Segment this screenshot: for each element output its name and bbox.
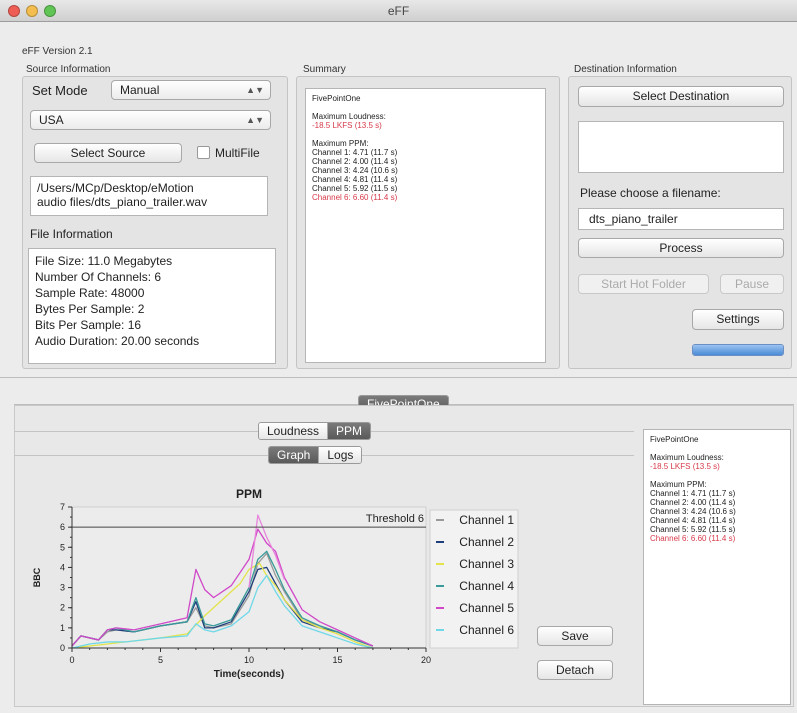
region-select[interactable]: USA ▲▼	[30, 110, 271, 130]
ppm-chart: PPM 0 1 2 3 4 5 6 7 0 5 10 15 20 Time(seconds) BBC Thres…	[32, 487, 519, 680]
bottom-channel-4: Channel 4: 4.81 (11.4 s)	[650, 516, 736, 525]
source-header: Source Information	[26, 64, 111, 75]
y-tick-label: 2	[60, 603, 65, 613]
title-bar: eFF	[0, 0, 797, 22]
updown-arrow-icon: ▲▼	[246, 85, 264, 95]
tab-logs[interactable]: Logs	[319, 447, 362, 463]
bottom-channel-6: Channel 6: 6.60 (11.4 s)	[650, 534, 736, 543]
save-button[interactable]: Save	[537, 626, 613, 646]
progress-bar	[692, 344, 784, 356]
bottom-max-loudness-value: -18.5 LKFS (13.5 s)	[650, 462, 720, 471]
legend-label-1: Channel 1	[459, 513, 514, 527]
audio-duration-line: Audio Duration: 20.00 seconds	[35, 334, 200, 348]
region-select-value: USA	[39, 113, 64, 127]
tab-loudness[interactable]: Loudness	[259, 423, 329, 439]
chart-title: PPM	[236, 487, 262, 501]
bits-per-sample-line: Bits Per Sample: 16	[35, 318, 142, 332]
loudness-ppm-tabs: Loudness PPM	[258, 422, 372, 440]
source-path-field[interactable]: /Users/MCp/Desktop/eMotion audio files/d…	[30, 176, 268, 216]
file-size-line: File Size: 11.0 Megabytes	[35, 254, 173, 268]
max-loudness-label: Maximum Loudness:	[312, 112, 386, 121]
start-hot-folder-button[interactable]: Start Hot Folder	[578, 274, 709, 294]
y-tick-label: 4	[60, 562, 65, 572]
x-tick-label: 0	[69, 655, 74, 665]
max-loudness-value: -18.5 LKFS (13.5 s)	[312, 121, 382, 130]
graph-logs-tabs: Graph Logs	[268, 446, 363, 464]
y-tick-label: 0	[60, 643, 65, 653]
summary-channel-3: Channel 3: 4.24 (10.6 s)	[312, 166, 398, 175]
y-tick-label: 3	[60, 583, 65, 593]
select-source-button[interactable]: Select Source	[34, 143, 182, 163]
legend-label-3: Channel 3	[459, 557, 514, 571]
summary-title: FivePointOne	[312, 94, 361, 103]
window-title: eFF	[387, 4, 410, 18]
source-path-line-2: audio files/dts_piano_trailer.wav	[37, 195, 208, 209]
x-tick-label: 10	[244, 655, 254, 665]
updown-arrow-icon: ▲▼	[246, 115, 264, 125]
file-info-header: File Information	[30, 227, 113, 241]
x-tick-label: 20	[421, 655, 431, 665]
tab-ppm[interactable]: PPM	[328, 423, 371, 439]
y-tick-label: 7	[60, 502, 65, 512]
summary-channel-6: Channel 6: 6.60 (11.4 s)	[312, 193, 398, 202]
bottom-summary-title: FivePointOne	[650, 435, 699, 444]
bottom-channel-5: Channel 5: 5.92 (11.5 s)	[650, 525, 736, 534]
y-tick-label: 1	[60, 623, 65, 633]
channel-count-line: Number Of Channels: 6	[35, 270, 162, 284]
settings-button[interactable]: Settings	[692, 309, 784, 330]
multifile-checkbox[interactable]	[197, 146, 210, 159]
tab-graph[interactable]: Graph	[269, 447, 320, 463]
plot-area	[71, 506, 427, 649]
summary-log: FivePointOne Maximum Loudness: -18.5 LKF…	[305, 88, 546, 363]
source-path-line-1: /Users/MCp/Desktop/eMotion	[37, 181, 194, 195]
summary-channel-2: Channel 2: 4.00 (11.4 s)	[312, 157, 398, 166]
summary-channel-1: Channel 1: 4.71 (11.7 s)	[312, 148, 398, 157]
x-tick-label: 15	[332, 655, 342, 665]
section-divider	[0, 377, 797, 378]
bottom-channel-1: Channel 1: 4.71 (11.7 s)	[650, 489, 736, 498]
summary-header: Summary	[303, 64, 346, 75]
bottom-max-ppm-label: Maximum PPM:	[650, 480, 707, 489]
legend-label-2: Channel 2	[459, 535, 514, 549]
threshold-label: Threshold 6	[366, 513, 424, 525]
bottom-max-loudness-label: Maximum Loudness:	[650, 453, 724, 462]
bottom-channel-2: Channel 2: 4.00 (11.4 s)	[650, 498, 736, 507]
process-button[interactable]: Process	[578, 238, 784, 258]
mode-select-value: Manual	[120, 83, 160, 97]
x-axis-label: Time(seconds)	[214, 669, 284, 680]
legend-label-5: Channel 5	[459, 601, 514, 615]
multifile-label: MultiFile	[215, 146, 260, 160]
destination-header: Destination Information	[574, 64, 677, 75]
legend-label-4: Channel 4	[459, 579, 514, 593]
filename-input[interactable]: dts_piano_trailer	[578, 208, 784, 230]
sample-rate-line: Sample Rate: 48000	[35, 286, 145, 300]
file-info-box: File Size: 11.0 Megabytes Number Of Chan…	[28, 248, 276, 364]
summary-channel-5: Channel 5: 5.92 (11.5 s)	[312, 184, 398, 193]
legend-label-6: Channel 6	[459, 623, 514, 637]
y-axis-label: BBC	[32, 567, 42, 587]
detach-button[interactable]: Detach	[537, 660, 613, 680]
mode-select[interactable]: Manual ▲▼	[111, 80, 271, 100]
summary-channel-4: Channel 4: 4.81 (11.4 s)	[312, 175, 398, 184]
y-tick-label: 6	[60, 522, 65, 532]
max-ppm-label: Maximum PPM:	[312, 139, 369, 148]
pause-button[interactable]: Pause	[720, 274, 784, 294]
bytes-per-sample-line: Bytes Per Sample: 2	[35, 302, 145, 316]
destination-path-field[interactable]	[578, 121, 784, 173]
y-tick-label: 5	[60, 542, 65, 552]
progress-bar-fill	[693, 345, 783, 355]
x-tick-label: 5	[158, 655, 163, 665]
select-destination-button[interactable]: Select Destination	[578, 86, 784, 107]
version-label: eFF Version 2.1	[22, 46, 93, 57]
bottom-summary-log: FivePointOne Maximum Loudness: -18.5 LKF…	[643, 429, 791, 705]
filename-prompt: Please choose a filename:	[580, 186, 721, 200]
bottom-channel-3: Channel 3: 4.24 (10.6 s)	[650, 507, 736, 516]
set-mode-label: Set Mode	[32, 83, 88, 98]
